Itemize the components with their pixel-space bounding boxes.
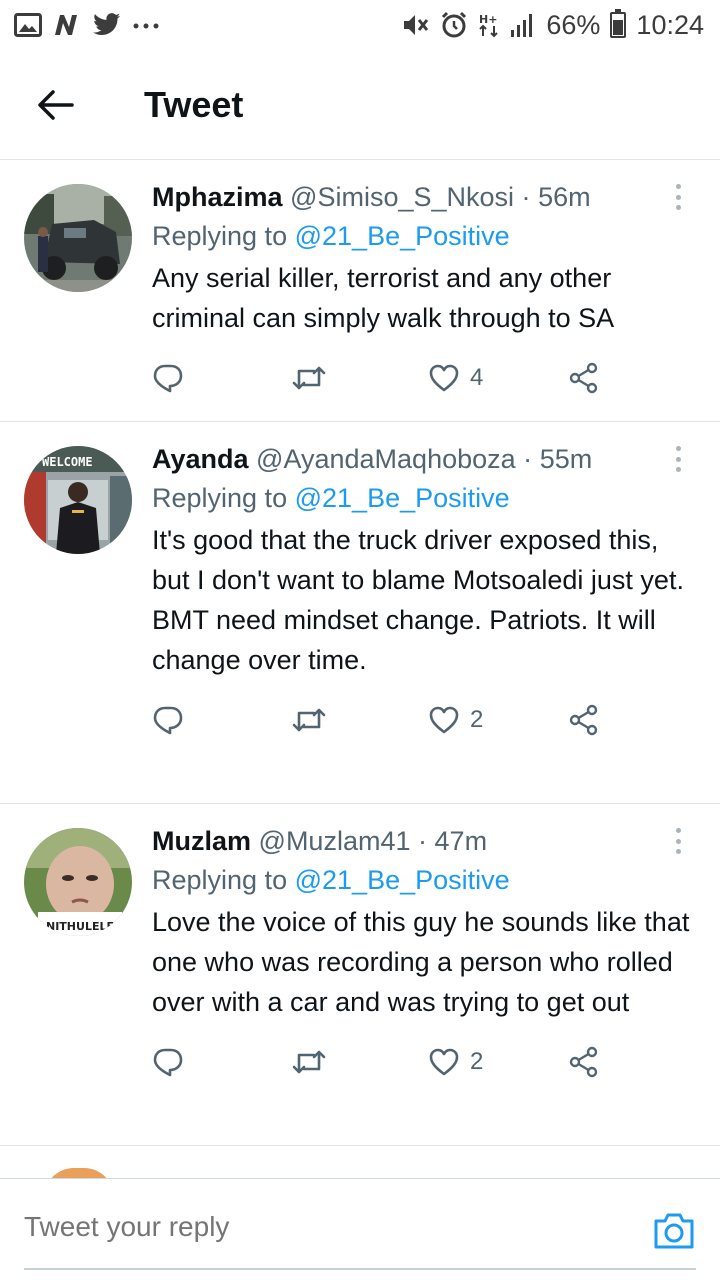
battery-icon [610,9,627,38]
author-name[interactable]: Muzlam [152,826,251,856]
reply-composer [0,1178,720,1280]
clock: 10:24 [636,9,704,40]
status-left [14,13,160,37]
alarm-icon [440,11,468,39]
tweet-card[interactable]: Mphazima @Simiso_S_Nkosi · 56m Replying … [0,160,720,422]
top-app-bar: Tweet [0,50,720,160]
tweet-card[interactable]: WELCOME Ayanda @AyandaMaqhoboza · 55m Re… [0,422,720,804]
heart-icon [429,364,459,392]
tweet-header: Mphazima @Simiso_S_Nkosi · 56m [152,178,698,216]
replying-label: Replying to [152,865,288,895]
avatar-sign-text: WELCOME [42,455,93,469]
share-button[interactable] [568,362,600,394]
reply-mention-link[interactable]: @21_Be_Positive [295,865,510,895]
retweet-icon [292,1050,326,1074]
retweet-button[interactable] [292,706,428,734]
tweet-actions: 2 [152,700,698,740]
twitter-icon [92,13,122,37]
share-icon [569,362,598,394]
reply-button[interactable] [152,363,292,393]
avatar[interactable]: WELCOME [24,446,132,554]
retweet-icon [292,708,326,732]
like-count: 4 [470,364,484,391]
camera-icon [654,1213,694,1249]
more-options-button[interactable] [666,182,690,212]
back-button[interactable] [16,65,96,145]
tweet-actions: 4 [152,358,698,398]
separator: · [523,444,533,474]
retweet-button[interactable] [292,1048,428,1076]
author-name[interactable]: Mphazima [152,182,283,212]
separator: · [418,826,428,856]
reply-button[interactable] [152,1047,292,1077]
author-name[interactable]: Ayanda [152,444,249,474]
mute-icon [402,12,430,38]
heart-icon [429,706,459,734]
timestamp: 55m [539,444,593,474]
reply-icon [153,1048,183,1077]
tweet-card[interactable]: NITHULELENI Muzlam @Muzlam41 · 47m Reply… [0,804,720,1146]
page-title: Tweet [144,83,244,125]
n-icon [52,13,82,37]
avatar-caption-text: NITHULELENI [46,920,127,933]
retweet-button[interactable] [292,364,428,392]
like-count: 2 [470,706,484,733]
camera-button[interactable] [652,1211,696,1251]
replying-label: Replying to [152,221,288,251]
reply-mention-link[interactable]: @21_Be_Positive [295,221,510,251]
timestamp: 47m [434,826,488,856]
tweet-header: Muzlam @Muzlam41 · 47m [152,822,698,860]
status-right: H+ 66% 10:24 [402,9,704,41]
like-button[interactable]: 4 [428,363,568,393]
signal-icon [510,12,536,38]
replying-label: Replying to [152,483,288,513]
author-handle[interactable]: @Simiso_S_Nkosi [290,182,514,212]
reply-icon [153,364,183,393]
input-underline [24,1268,696,1270]
timestamp: 56m [538,182,591,212]
arrow-left-icon [38,89,74,120]
avatar[interactable]: NITHULELENI [24,828,132,936]
share-button[interactable] [568,704,600,736]
avatar[interactable] [24,184,132,292]
reply-list: Mphazima @Simiso_S_Nkosi · 56m Replying … [0,160,720,1198]
tweet-text: It's good that the truck driver exposed … [152,525,684,675]
like-button[interactable]: 2 [428,705,568,735]
svg-text:H+: H+ [479,13,497,26]
reply-input[interactable] [24,1211,584,1243]
author-handle[interactable]: @Muzlam41 [259,826,411,856]
share-icon [569,704,598,736]
share-icon [569,1046,598,1078]
battery-percent: 66% [546,9,601,40]
separator: · [521,182,531,212]
replying-to: Replying to @21_Be_Positive [152,860,698,900]
heart-icon [429,1048,459,1076]
like-button[interactable]: 2 [428,1047,568,1077]
replying-to: Replying to @21_Be_Positive [152,216,698,256]
tweet-text: Love the voice of this guy he sounds lik… [152,907,690,1017]
more-options-button[interactable] [666,444,690,474]
reply-button[interactable] [152,705,292,735]
hplus-icon: H+ [478,12,500,38]
status-bar: H+ 66% 10:24 [0,0,720,50]
more-dots-icon [132,20,160,30]
gallery-icon [14,13,42,37]
reply-icon [153,706,183,735]
more-options-button[interactable] [666,826,690,856]
battery-level [613,20,624,35]
tweet-text: Any serial killer, terrorist and any oth… [152,263,615,333]
tweet-header: Ayanda @AyandaMaqhoboza · 55m [152,440,698,478]
retweet-icon [292,366,326,390]
like-count: 2 [470,1048,484,1075]
reply-mention-link[interactable]: @21_Be_Positive [295,483,510,513]
share-button[interactable] [568,1046,600,1078]
author-handle[interactable]: @AyandaMaqhoboza [256,444,516,474]
tweet-actions: 2 [152,1042,698,1082]
replying-to: Replying to @21_Be_Positive [152,478,698,518]
